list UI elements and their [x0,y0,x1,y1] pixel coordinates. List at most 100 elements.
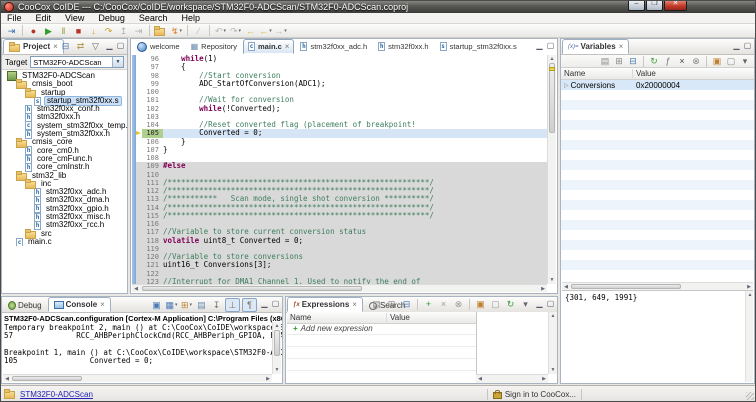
console-log[interactable]: Temporary breakpoint 2, main () at C:\Co… [2,324,282,365]
code-line-102[interactable]: 102 while(!Converted); [132,104,547,113]
breakpoint-margin[interactable] [136,245,142,253]
breakpoint-margin[interactable] [136,63,142,71]
code-line-107[interactable]: 107} [132,145,547,154]
view-menu-icon[interactable]: ▾ [519,298,532,310]
scrollbar-thumb[interactable] [549,63,555,133]
view-menu-icon[interactable]: ▾ [739,56,751,67]
editor-tab-stm32f0xx_adc.h[interactable]: h stm32f0xx_adc.h [295,39,372,54]
editor-tab-stm32f0xx.h[interactable]: h stm32f0xx.h [373,39,433,54]
step-into-icon[interactable]: ↓ [87,25,100,37]
line-number[interactable]: 118 [142,237,163,245]
breakpoint-margin[interactable] [136,187,142,195]
column-value[interactable]: Value [633,69,754,78]
code-editor[interactable]: 96 while(1) 97 {98 //Start conversion 99 A… [132,55,547,284]
editor-horizontal-scrollbar[interactable]: ◀ ▶ [132,284,547,292]
download-flash-icon[interactable]: ↯ ▾ [170,25,183,37]
maximize-view-icon[interactable]: ▢ [545,40,556,51]
collapse-all-icon[interactable]: ⊟ [627,56,639,67]
link-with-editor-icon[interactable]: ⇄ [74,40,87,52]
format-icon[interactable]: ∕ [192,25,205,37]
breakpoint-margin[interactable] [136,195,142,203]
scrollbar-thumb[interactable] [274,330,280,356]
breakpoint-margin[interactable] [136,146,142,154]
tab-console[interactable]: Console × [47,297,111,312]
scroll-right-icon[interactable]: ▶ [539,285,547,293]
column-name[interactable]: Name [561,69,633,78]
line-number[interactable]: 121 [142,261,163,269]
open-project-icon[interactable] [154,25,168,37]
tree-item-main.c[interactable]: c main.c [2,237,127,247]
line-number[interactable]: 106 [142,138,163,146]
variables-table[interactable]: ▷ Conversions 0x20000004 [561,80,754,270]
step-over-icon[interactable]: ↷ [102,25,115,37]
code-line-96[interactable]: 96 while(1) [132,55,547,63]
breakpoint-margin[interactable] [136,138,142,146]
pin-console-icon[interactable]: ↧ [210,299,223,311]
close-icon[interactable]: × [285,42,290,51]
maximize-view-icon[interactable]: ▢ [742,40,753,51]
step-return-icon[interactable]: ↥ [117,25,130,37]
add-expression-row[interactable]: + Add new expression [287,323,476,335]
paste-icon[interactable]: ▢ [489,298,502,310]
variable-row-Conversions[interactable]: ▷ Conversions 0x20000004 [561,80,754,90]
resume-icon[interactable]: ▶ [42,25,55,37]
next-annotation-icon[interactable]: ↷ ▾ [229,25,242,37]
line-number[interactable]: 105 [142,129,163,138]
line-number[interactable]: 102 [142,105,163,113]
line-number[interactable]: 119 [142,245,163,253]
expressions-vertical-scrollbar[interactable]: ▲ ▼ [548,312,557,374]
line-number[interactable]: 112 [142,187,163,195]
breakpoint-margin[interactable] [136,253,142,261]
line-number[interactable]: 122 [142,270,163,278]
breakpoint-margin[interactable] [136,237,142,245]
column-name[interactable]: Name [287,313,387,322]
copy-log-icon[interactable]: ▤ [195,299,208,311]
menu-help[interactable]: Help [174,13,207,23]
line-number[interactable]: 108 [142,154,163,162]
line-number[interactable]: 111 [142,179,163,187]
run-to-line-icon[interactable]: ⇥ [132,25,145,37]
line-number[interactable]: 117 [142,228,163,236]
word-wrap-icon[interactable]: ¶ [242,298,257,312]
line-number[interactable]: 101 [142,96,163,104]
breakpoint-margin[interactable] [136,220,142,228]
menu-search[interactable]: Search [132,13,175,23]
scrollbar-thumb[interactable] [571,284,681,289]
line-number[interactable]: 110 [142,171,163,179]
sign-in-link[interactable]: Sign in to CooCox... [505,390,576,399]
breakpoint-margin[interactable] [136,105,142,113]
stop-icon[interactable]: ■ [72,25,85,37]
minimize-view-icon[interactable]: ▁ [259,298,270,309]
code-line-115[interactable]: 115/************************************… [132,211,547,220]
scroll-left-icon[interactable]: ◀ [3,375,11,383]
expand-icon[interactable]: ▷ [564,82,569,89]
close-icon[interactable]: × [100,300,105,309]
scroll-up-icon[interactable]: ▲ [549,312,557,320]
breakpoint-margin[interactable] [136,228,142,236]
target-select[interactable]: STM32F0-ADCScan ▼ [30,56,124,68]
editor-tab-main.c[interactable]: c main.c × [243,39,295,54]
line-number[interactable]: 107 [142,146,163,154]
scroll-lock-icon[interactable]: ⊥ [225,298,240,312]
code-line-99[interactable]: 99 ADC_StartOfConversion(ADC1); [132,79,547,88]
breakpoint-margin[interactable] [136,88,142,96]
breakpoint-margin[interactable] [136,121,142,129]
column-value[interactable]: Value [387,313,476,322]
maximize-view-icon[interactable]: ▢ [115,40,126,51]
toggle-debug-mode-icon[interactable]: ⇥ [5,25,18,37]
modify-value-icon[interactable]: ƒ [662,56,674,67]
breakpoint-margin[interactable] [136,179,142,187]
line-number[interactable]: 109 [142,162,163,170]
display-selected-console-icon[interactable]: ▦ ▾ [165,299,178,311]
pause-icon[interactable]: ‖ [57,25,70,37]
line-number[interactable]: 97 [142,63,163,71]
close-icon[interactable]: × [619,42,624,51]
tab-project[interactable]: Project × [3,39,64,54]
minimize-view-icon[interactable]: ▁ [534,40,545,51]
menu-debug[interactable]: Debug [91,13,132,23]
scroll-down-icon[interactable]: ▼ [548,276,556,284]
remove-all-icon[interactable]: ⊗ [452,298,465,310]
scroll-right-icon[interactable]: ▶ [264,375,272,383]
minimize-view-icon[interactable]: ▁ [731,40,742,51]
breakpoint-margin[interactable] [136,55,142,63]
